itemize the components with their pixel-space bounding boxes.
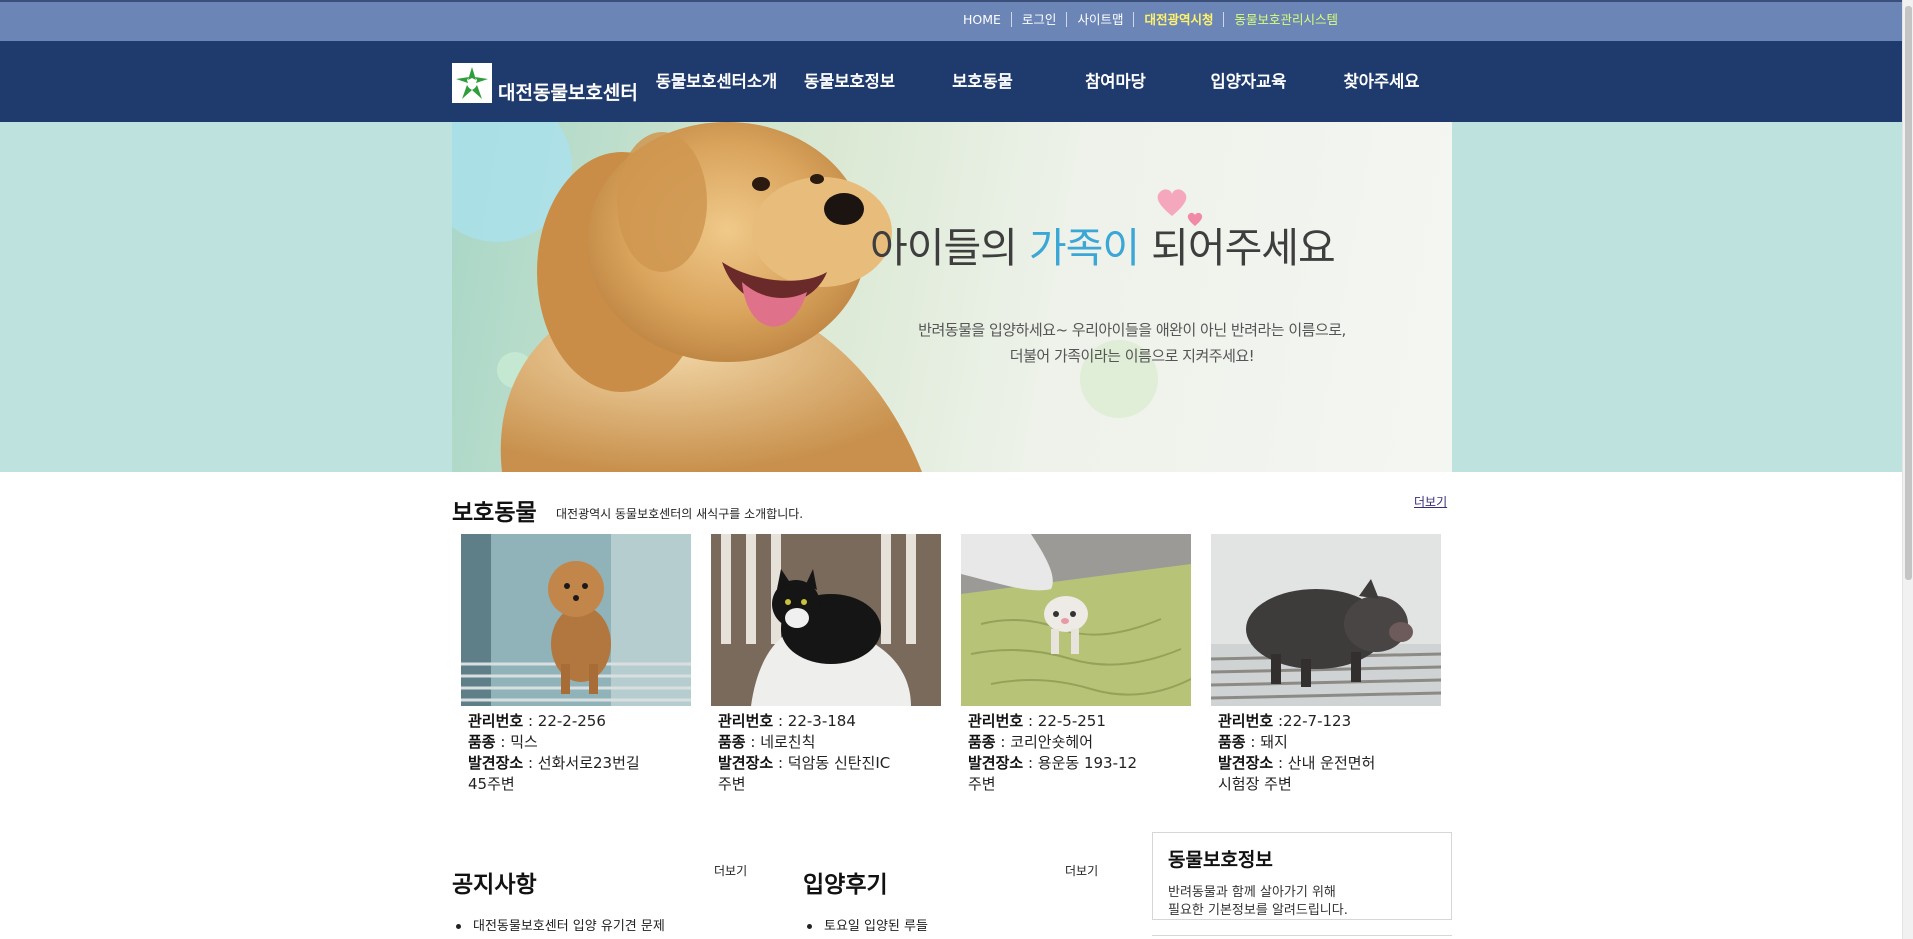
animal-breed: : 돼지 xyxy=(1245,733,1288,751)
breed-label: 품종 xyxy=(468,733,496,751)
sitemap-link[interactable]: 사이트맵 xyxy=(1066,12,1133,27)
utility-links: HOME 로그인 사이트맵 대전광역시청 동물보호관리시스템 xyxy=(955,12,1348,27)
animal-place: : 선화서로23번길 xyxy=(523,754,640,772)
animal-info: 관리번호 : 22-2-256 품종 : 믹스 발견장소 : 선화서로23번길 … xyxy=(461,706,691,795)
animals-section-title: 보호동물 xyxy=(452,500,537,526)
info-box-line1: 반려동물과 함께 살아가기 위해 xyxy=(1168,885,1336,900)
animal-info: 관리번호 :22-7-123 품종 : 돼지 발견장소 : 산내 운전면허 시험… xyxy=(1211,706,1441,795)
animal-card[interactable]: 관리번호 : 22-5-251 품종 : 코리안숏헤어 발견장소 : 용운동 1… xyxy=(961,534,1191,795)
animal-id: :22-7-123 xyxy=(1273,712,1352,730)
notice-more-link[interactable]: 더보기 xyxy=(714,862,747,879)
review-list-item[interactable]: 토요일 입양된 루들 xyxy=(807,915,928,934)
breed-label: 품종 xyxy=(718,733,746,751)
review-title: 입양후기 xyxy=(803,872,888,898)
animal-breed: : 믹스 xyxy=(495,733,538,751)
banner-slogan: 아이들의 가족이 되어주세요 xyxy=(870,214,1336,274)
animal-place-cont: 주변 xyxy=(968,775,996,793)
place-label: 발견장소 xyxy=(1218,754,1274,772)
place-label: 발견장소 xyxy=(718,754,774,772)
menu-participation[interactable]: 참여마당 xyxy=(1049,41,1182,122)
secondary-info-box xyxy=(1152,935,1452,939)
top-utility-bar: HOME 로그인 사이트맵 대전광역시청 동물보호관리시스템 xyxy=(0,0,1902,41)
review-more-link[interactable]: 더보기 xyxy=(1065,862,1098,879)
main-banner[interactable]: 아이들의 가족이 되어주세요 반려동물을 입양하세요~ 우리아이들을 애완이 아… xyxy=(452,122,1452,472)
id-label: 관리번호 xyxy=(1218,712,1274,730)
info-box-line2: 필요한 기본정보를 알려드립니다. xyxy=(1168,903,1348,918)
daejeon-emblem-icon xyxy=(452,63,492,103)
animal-place: : 산내 운전면허 xyxy=(1273,754,1376,772)
id-label: 관리번호 xyxy=(968,712,1024,730)
main-navbar: 대전동물보호센터 동물보호센터소개 동물보호정보 보호동물 참여마당 입양자교육… xyxy=(0,41,1902,122)
hero-section: 아이들의 가족이 되어주세요 반려동물을 입양하세요~ 우리아이들을 애완이 아… xyxy=(0,122,1902,472)
animal-place: : 덕암동 신탄진IC xyxy=(773,754,891,772)
animal-place-cont: 45주변 xyxy=(468,775,515,793)
site-logo[interactable]: 대전동물보호센터 xyxy=(452,63,638,103)
animal-photo-cat[interactable] xyxy=(711,534,941,706)
site-name: 대전동물보호센터 xyxy=(498,82,638,104)
menu-center-intro[interactable]: 동물보호센터소개 xyxy=(650,41,783,122)
animal-info: 관리번호 : 22-5-251 품종 : 코리안숏헤어 발견장소 : 용운동 1… xyxy=(961,706,1191,795)
animal-place-cont: 주변 xyxy=(718,775,746,793)
animal-place: : 용운동 193-12 xyxy=(1023,754,1138,772)
info-box-title: 동물보호정보 xyxy=(1168,849,1273,871)
animal-info: 관리번호 : 22-3-184 품종 : 네로친칙 발견장소 : 덕암동 신탄진… xyxy=(711,706,941,795)
slogan-part1: 아이들의 xyxy=(870,224,1029,272)
slogan-part2: 되어주세요 xyxy=(1139,224,1336,272)
breed-label: 품종 xyxy=(1218,733,1246,751)
notice-title: 공지사항 xyxy=(452,872,537,898)
menu-protected-animals[interactable]: 보호동물 xyxy=(916,41,1049,122)
animal-breed: : 코리안숏헤어 xyxy=(995,733,1093,751)
animal-place-cont: 시험장 주변 xyxy=(1218,775,1292,793)
banner-subtitle-line2: 더불어 가족이라는 이름으로 지켜주세요! xyxy=(1009,347,1255,365)
protection-info-box[interactable]: 동물보호정보 반려동물과 함께 살아가기 위해 필요한 기본정보를 알려드립니다… xyxy=(1152,832,1452,920)
animal-breed: : 네로친칙 xyxy=(745,733,816,751)
id-label: 관리번호 xyxy=(468,712,524,730)
animal-card[interactable]: 관리번호 : 22-3-184 품종 : 네로친칙 발견장소 : 덕암동 신탄진… xyxy=(711,534,941,795)
animal-id: : 22-5-251 xyxy=(1023,712,1106,730)
breed-label: 품종 xyxy=(968,733,996,751)
animal-id: : 22-3-184 xyxy=(773,712,856,730)
id-label: 관리번호 xyxy=(718,712,774,730)
menu-adopter-education[interactable]: 입양자교육 xyxy=(1182,41,1315,122)
daejeon-city-link[interactable]: 대전광역시청 xyxy=(1133,12,1223,27)
login-link[interactable]: 로그인 xyxy=(1010,12,1067,27)
slogan-accent: 가족이 xyxy=(1028,224,1140,272)
menu-find-me[interactable]: 찾아주세요 xyxy=(1315,41,1448,122)
animal-management-system-link[interactable]: 동물보호관리시스템 xyxy=(1223,12,1348,27)
animal-photo-dog[interactable] xyxy=(461,534,691,706)
animals-section-subtitle: 대전광역시 동물보호센터의 새식구를 소개합니다. xyxy=(556,507,804,521)
place-label: 발견장소 xyxy=(468,754,524,772)
animal-card[interactable]: 관리번호 : 22-2-256 품종 : 믹스 발견장소 : 선화서로23번길 … xyxy=(461,534,691,795)
golden-retriever-image xyxy=(500,122,922,472)
animal-id: : 22-2-256 xyxy=(523,712,606,730)
animal-photo-kitten[interactable] xyxy=(961,534,1191,706)
banner-subtitle-line1: 반려동물을 입양하세요~ 우리아이들을 애완이 아닌 반려라는 이름으로, xyxy=(918,321,1346,339)
animals-more-link[interactable]: 더보기 xyxy=(1414,493,1447,510)
animal-card[interactable]: 관리번호 :22-7-123 품종 : 돼지 발견장소 : 산내 운전면허 시험… xyxy=(1211,534,1441,795)
notice-list-item[interactable]: 대전동물보호센터 입양 유기견 문제 xyxy=(456,915,665,934)
animal-photo-pig[interactable] xyxy=(1211,534,1441,706)
menu-protection-info[interactable]: 동물보호정보 xyxy=(783,41,916,122)
scrollbar-thumb[interactable] xyxy=(1905,6,1912,580)
place-label: 발견장소 xyxy=(968,754,1024,772)
page-scrollbar[interactable] xyxy=(1902,0,1913,939)
banner-subtitle: 반려동물을 입양하세요~ 우리아이들을 애완이 아닌 반려라는 이름으로, 더불… xyxy=(852,317,1412,369)
main-menu: 동물보호센터소개 동물보호정보 보호동물 참여마당 입양자교육 찾아주세요 xyxy=(650,41,1448,122)
animal-cards: 관리번호 : 22-2-256 품종 : 믹스 발견장소 : 선화서로23번길 … xyxy=(461,534,1461,795)
home-link[interactable]: HOME xyxy=(955,12,1011,27)
